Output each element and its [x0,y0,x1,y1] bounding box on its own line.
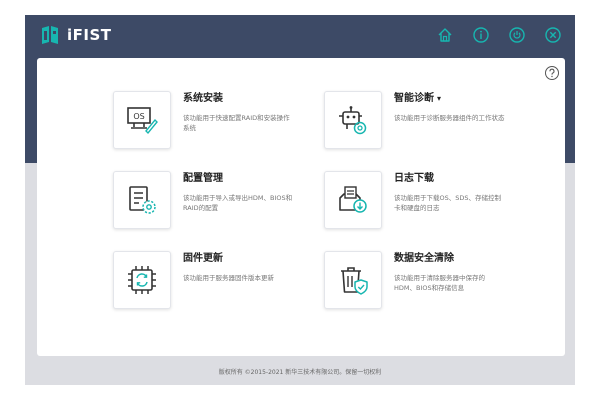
copyright-footer: 版权所有 ©2015-2021 新华三技术有限公司。保留一切权利 [218,369,382,376]
firmware-update-desc: 该功能用于服务器固件版本更新 [183,274,274,282]
log-download-icon [339,186,367,213]
config-settings-icon [129,186,156,214]
log-download-item[interactable]: 日志下载 该功能用于下载OS、SDS、存储控制卡和硬盘的日志 [324,171,524,235]
ifist-logo-icon [42,26,58,44]
firmware-update-tile[interactable] [113,251,171,309]
system-install-desc: 该功能用于快速配置RAID和安装操作系统 [183,114,290,132]
log-download-tile[interactable] [324,171,382,229]
log-download-desc: 该功能用于下载OS、SDS、存储控制卡和硬盘的日志 [394,194,501,212]
config-manage-item[interactable]: 配置管理 该功能用于导入或导出HDM、BIOS和RAID的配置 [113,171,313,235]
firmware-update-item[interactable]: 固件更新 该功能用于服务器固件版本更新 [113,251,313,315]
log-download-title: 日志下载 [394,173,434,184]
smart-diagnose-title: 智能诊断 ▾ [394,91,441,107]
header-bar: iFIST [25,15,575,55]
system-install-tile[interactable]: OS [113,91,171,149]
svg-text:OS: OS [133,112,144,121]
diagnose-robot-icon [339,106,367,135]
system-install-title: 系统安装 [183,93,223,104]
system-install-item[interactable]: OS 系统安装 该功能用于快速配置RAID和安装操作系统 [113,91,313,155]
secure-erase-desc: 该功能用于清除服务器中保存的HDM、BIOS和存储信息 [394,274,485,292]
power-icon[interactable] [508,26,526,44]
smart-diagnose-desc: 该功能用于诊断服务器组件的工作状态 [394,114,505,122]
smart-diagnose-item[interactable]: 智能诊断 ▾ 该功能用于诊断服务器组件的工作状态 [324,91,524,155]
secure-erase-item[interactable]: 数据安全清除 该功能用于清除服务器中保存的HDM、BIOS和存储信息 [324,251,524,315]
secure-erase-tile[interactable] [324,251,382,309]
os-install-icon: OS [127,107,158,135]
home-icon[interactable] [436,26,454,44]
config-manage-desc: 该功能用于导入或导出HDM、BIOS和RAID的配置 [183,194,293,212]
firmware-chip-icon [128,266,156,294]
app-window: iFIST OS 系统安装 该功能用于快速配置RAID和安装操作系统 智能诊断 … [25,15,575,385]
info-icon[interactable] [472,26,490,44]
secure-erase-icon [341,267,368,295]
close-icon[interactable] [544,26,562,44]
firmware-update-title: 固件更新 [183,253,223,264]
config-manage-tile[interactable] [113,171,171,229]
main-panel: OS 系统安装 该功能用于快速配置RAID和安装操作系统 智能诊断 ▾ 该功能用… [37,58,565,356]
secure-erase-title: 数据安全清除 [394,253,454,264]
smart-diagnose-tile[interactable] [324,91,382,149]
config-manage-title: 配置管理 [183,173,223,184]
smart-diagnose-title-text: 智能诊断 [394,93,434,104]
help-icon[interactable] [544,65,560,81]
chevron-down-icon[interactable]: ▾ [437,94,441,103]
brand-name: iFIST [67,26,112,44]
